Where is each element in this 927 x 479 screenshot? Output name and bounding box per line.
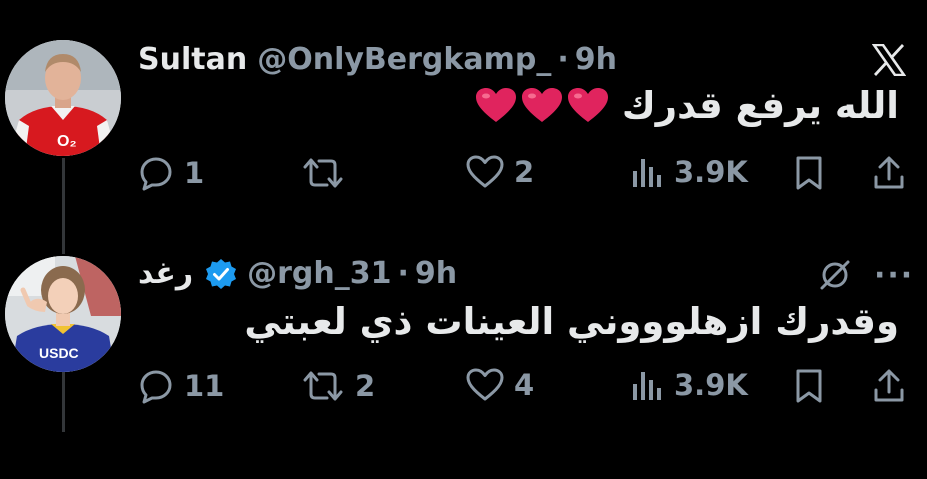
- separator-dot: ·: [397, 256, 409, 291]
- bookmark-button[interactable]: [794, 368, 824, 404]
- tweet-actions: 11 2 4 3.9K: [138, 368, 908, 408]
- x-logo-icon[interactable]: [872, 44, 906, 76]
- views-button[interactable]: 3.9K: [630, 368, 748, 402]
- reply-button[interactable]: 1: [138, 155, 204, 191]
- tweet-text: الله يرفع قدرك: [621, 84, 899, 127]
- like-button[interactable]: 4: [466, 368, 534, 402]
- red-heart-icon: [567, 87, 608, 124]
- share-icon: [874, 156, 904, 189]
- bookmark-button[interactable]: [794, 155, 824, 191]
- heart-icon: [466, 155, 504, 188]
- timestamp[interactable]: 9h: [575, 42, 617, 77]
- bookmark-icon: [796, 369, 822, 403]
- avatar-jersey-text: USDC: [39, 345, 79, 361]
- tweet-text-container: وقدرك ازهلوووني العينات ذي لعبتي: [244, 300, 899, 343]
- tweet-actions: 1 2 3.9K: [138, 155, 908, 195]
- retweet-icon: [303, 371, 343, 401]
- author-handle[interactable]: @OnlyBergkamp_: [257, 42, 551, 77]
- views-icon: [633, 372, 661, 400]
- verified-badge-icon: [205, 258, 237, 290]
- screenshot-frame: O₂ Sultan @OnlyBergkamp_ · 9h الله يرفع …: [0, 0, 927, 479]
- views-button[interactable]: 3.9K: [630, 155, 748, 189]
- red-heart-icon: [521, 87, 562, 124]
- tweet-header: رغد @rgh_31 · 9h: [138, 256, 457, 291]
- views-count: 3.9K: [674, 368, 748, 402]
- like-button[interactable]: 2: [466, 155, 534, 189]
- views-icon: [633, 159, 661, 187]
- reply-button[interactable]: 11: [138, 368, 224, 404]
- avatar[interactable]: USDC: [5, 256, 121, 372]
- retweet-button[interactable]: [301, 155, 355, 191]
- share-button[interactable]: [872, 155, 906, 191]
- red-heart-icon: [475, 87, 516, 124]
- tweet-header: Sultan @OnlyBergkamp_ · 9h: [138, 42, 617, 77]
- author-name[interactable]: رغد: [138, 256, 193, 291]
- reply-count: 11: [184, 369, 225, 403]
- thread-connector-line: [62, 158, 65, 254]
- author-handle[interactable]: @rgh_31: [247, 256, 391, 291]
- reply-icon: [140, 370, 172, 404]
- retweet-button[interactable]: 2: [301, 368, 375, 404]
- avatar-sponsor-text: O₂: [57, 133, 77, 150]
- retweet-icon: [303, 158, 343, 188]
- heart-icon: [466, 368, 504, 401]
- thread-connector-line: [62, 372, 65, 432]
- like-count: 4: [514, 368, 535, 402]
- reply-count: 1: [184, 156, 205, 190]
- timestamp[interactable]: 9h: [415, 256, 457, 291]
- tweet-text-container: الله يرفع قدرك: [470, 84, 899, 127]
- like-count: 2: [514, 155, 535, 189]
- share-button[interactable]: [872, 368, 906, 404]
- avatar[interactable]: O₂: [5, 40, 121, 156]
- retweet-count: 2: [355, 369, 376, 403]
- bookmark-icon: [796, 156, 822, 190]
- reply-icon: [140, 157, 172, 191]
- more-options-icon[interactable]: ···: [874, 258, 914, 293]
- grok-icon[interactable]: [818, 258, 852, 292]
- author-name[interactable]: Sultan: [138, 42, 247, 77]
- views-count: 3.9K: [674, 155, 748, 189]
- tweet-text: وقدرك ازهلوووني العينات ذي لعبتي: [244, 300, 899, 343]
- separator-dot: ·: [557, 42, 569, 77]
- share-icon: [874, 369, 904, 402]
